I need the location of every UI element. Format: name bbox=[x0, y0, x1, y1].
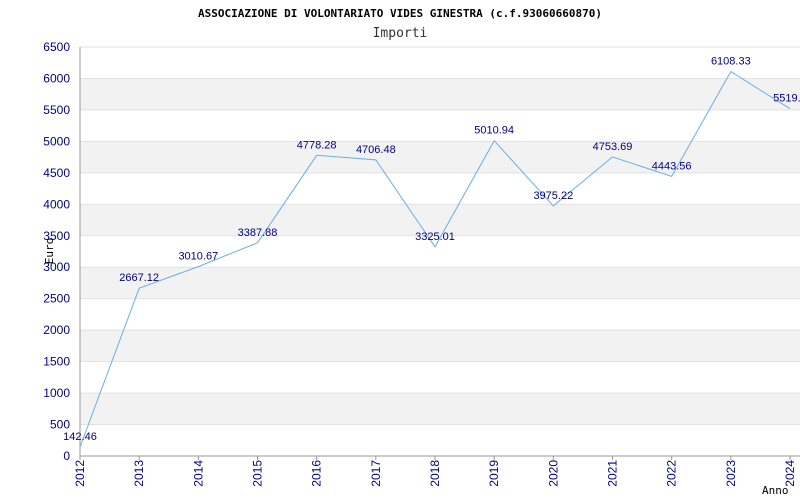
data-label: 3975.22 bbox=[533, 190, 573, 202]
x-tick-label: 2020 bbox=[546, 460, 560, 487]
grid-band bbox=[80, 267, 800, 299]
y-tick-label: 4500 bbox=[43, 166, 70, 180]
chart-subtitle: Importi bbox=[373, 26, 428, 41]
y-tick-label: 2000 bbox=[43, 323, 70, 337]
chart-container: 0 500 1000 1500 2000 2500 3000 3500 4000 4500 5000… bbox=[0, 0, 800, 500]
x-tick-label: 2018 bbox=[428, 460, 442, 487]
y-tick-label: 1000 bbox=[43, 386, 70, 400]
data-label: 2667.12 bbox=[119, 272, 159, 284]
data-label: 4778.28 bbox=[297, 139, 337, 151]
x-axis-label: Anno bbox=[762, 484, 789, 497]
data-label: 4443.56 bbox=[652, 160, 692, 172]
y-tick-label: 500 bbox=[50, 418, 70, 432]
data-label: 5010.94 bbox=[474, 125, 514, 137]
x-tick-labels: 2012 2013 2014 2015 2016 2017 2018 2019 2020 2021… bbox=[73, 456, 797, 487]
y-tick-label: 5500 bbox=[43, 103, 70, 117]
x-tick-label: 2015 bbox=[251, 460, 265, 487]
x-tick-label: 2019 bbox=[487, 460, 501, 487]
y-tick-label: 5000 bbox=[43, 134, 70, 148]
x-tick-label: 2014 bbox=[191, 460, 205, 487]
data-label: 3325.01 bbox=[415, 231, 455, 243]
y-axis-label: Euro bbox=[43, 238, 56, 265]
y-tick-label: 0 bbox=[63, 449, 70, 463]
x-tick-label: 2013 bbox=[132, 460, 146, 487]
chart-title: ASSOCIAZIONE DI VOLONTARIATO VIDES GINES… bbox=[198, 7, 602, 20]
y-tick-label: 6500 bbox=[43, 40, 70, 54]
x-tick-label: 2023 bbox=[724, 460, 738, 487]
data-label: 142.46 bbox=[63, 431, 97, 443]
data-label: 3010.67 bbox=[178, 251, 218, 263]
data-labels: 142.46 2667.12 3010.67 3387.88 4778.28 4706.4… bbox=[63, 56, 800, 443]
x-tick-label: 2012 bbox=[73, 460, 87, 487]
x-tick-label: 2016 bbox=[310, 460, 324, 487]
y-tick-label: 2500 bbox=[43, 292, 70, 306]
grid-band bbox=[80, 78, 800, 110]
grid-band bbox=[80, 141, 800, 173]
line-chart: 0500100015002000250030003500400045005000… bbox=[43, 7, 800, 497]
x-tick-label: 2024 bbox=[783, 460, 797, 487]
y-tick-label: 4000 bbox=[43, 197, 70, 211]
x-tick-label: 2022 bbox=[665, 460, 679, 487]
x-tick-label: 2021 bbox=[606, 460, 620, 487]
grid-band bbox=[80, 330, 800, 362]
data-label: 5519.7 bbox=[773, 93, 800, 105]
grid-band bbox=[80, 393, 800, 425]
data-label: 3387.88 bbox=[238, 227, 278, 239]
data-label: 4753.69 bbox=[593, 141, 633, 153]
y-tick-label: 1500 bbox=[43, 355, 70, 369]
data-label: 6108.33 bbox=[711, 56, 751, 68]
y-tick-label: 6000 bbox=[43, 71, 70, 85]
data-label: 4706.48 bbox=[356, 144, 396, 156]
x-tick-label: 2017 bbox=[369, 460, 383, 487]
